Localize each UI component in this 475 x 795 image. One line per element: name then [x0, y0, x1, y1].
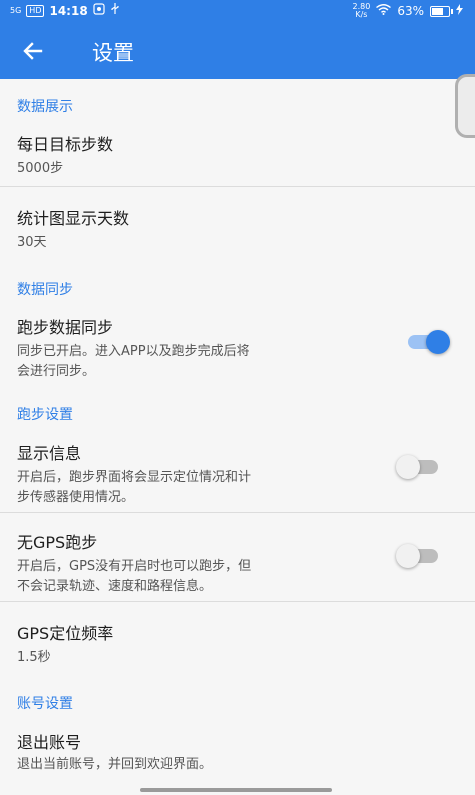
gps-rate-title: GPS定位频率 — [17, 624, 114, 643]
daily-goal-title: 每日目标步数 — [17, 135, 114, 154]
app-bar: 设置 — [0, 22, 475, 79]
show-info-desc: 开启后，跑步界面将会显示定位情况和计 步传感器使用情况。 — [17, 468, 377, 508]
arrow-left-icon — [23, 42, 43, 60]
show-info-desc-line2: 步传感器使用情况。 — [17, 490, 135, 505]
run-sync-desc-line1: 同步已开启。进入APP以及跑步完成后将 — [17, 344, 250, 359]
show-info-title: 显示信息 — [17, 444, 82, 463]
clock: 14:18 — [49, 3, 88, 18]
gps-rate-value: 1.5秒 — [17, 650, 51, 665]
section-account-settings: 账号设置 — [17, 696, 73, 712]
section-data-display: 数据展示 — [17, 99, 73, 115]
no-gps-run-desc-line1: 开启后，GPS没有开启时也可以跑步，但 — [17, 559, 252, 574]
no-gps-run-toggle[interactable] — [396, 544, 440, 568]
logout-setting[interactable]: 退出账号 退出当前账号，并回到欢迎界面。 — [17, 729, 212, 775]
no-gps-run-title: 无GPS跑步 — [17, 533, 98, 552]
network-indicator: 5G — [10, 5, 22, 15]
battery-percent: 63% — [397, 4, 424, 18]
usb-icon — [110, 3, 120, 18]
chart-days-title: 统计图显示天数 — [17, 209, 130, 228]
logout-title: 退出账号 — [17, 733, 82, 752]
hd-badge: HD — [26, 4, 45, 17]
no-gps-run-desc-line2: 不会记录轨迹、速度和路程信息。 — [17, 579, 213, 594]
toggle-thumb — [426, 330, 450, 354]
logout-desc: 退出当前账号，并回到欢迎界面。 — [17, 757, 213, 772]
speed-unit: K/s — [355, 10, 368, 19]
gps-rate-setting[interactable]: GPS定位频率 1.5秒 — [17, 620, 113, 668]
section-run-settings: 跑步设置 — [17, 407, 73, 423]
floating-edge-handle[interactable] — [455, 74, 475, 138]
no-gps-run-desc: 开启后，GPS没有开启时也可以跑步，但 不会记录轨迹、速度和路程信息。 — [17, 557, 377, 597]
divider — [0, 186, 475, 187]
wifi-icon — [376, 4, 392, 18]
status-bar: 5G HD 14:18 2.80 K/s 63% — [0, 0, 475, 22]
show-info-toggle[interactable] — [396, 455, 440, 479]
divider — [0, 512, 475, 513]
section-data-sync: 数据同步 — [17, 282, 73, 298]
run-sync-desc-line2: 会进行同步。 — [17, 364, 96, 379]
home-indicator[interactable] — [140, 788, 332, 792]
notification-icon — [93, 3, 105, 18]
chart-days-value: 30天 — [17, 235, 47, 250]
divider — [0, 601, 475, 602]
daily-goal-value: 5000步 — [17, 161, 64, 176]
run-sync-toggle[interactable] — [406, 330, 450, 354]
network-speed: 2.80 K/s — [353, 3, 371, 19]
toggle-thumb — [396, 455, 420, 479]
toggle-thumb — [396, 544, 420, 568]
daily-goal-setting[interactable]: 每日目标步数 5000步 — [17, 131, 113, 179]
page-title: 设置 — [92, 41, 134, 65]
chart-days-setting[interactable]: 统计图显示天数 30天 — [17, 205, 129, 253]
run-sync-desc: 同步已开启。进入APP以及跑步完成后将 会进行同步。 — [17, 342, 377, 382]
battery-fill — [432, 7, 444, 15]
show-info-setting[interactable]: 显示信息 开启后，跑步界面将会显示定位情况和计 步传感器使用情况。 — [17, 440, 377, 508]
run-sync-title: 跑步数据同步 — [17, 318, 114, 337]
back-button[interactable] — [18, 36, 48, 66]
no-gps-run-setting[interactable]: 无GPS跑步 开启后，GPS没有开启时也可以跑步，但 不会记录轨迹、速度和路程信… — [17, 529, 377, 597]
run-sync-setting[interactable]: 跑步数据同步 同步已开启。进入APP以及跑步完成后将 会进行同步。 — [17, 314, 377, 382]
charging-icon — [456, 4, 463, 18]
battery-icon — [430, 5, 453, 17]
show-info-desc-line1: 开启后，跑步界面将会显示定位情况和计 — [17, 470, 252, 485]
